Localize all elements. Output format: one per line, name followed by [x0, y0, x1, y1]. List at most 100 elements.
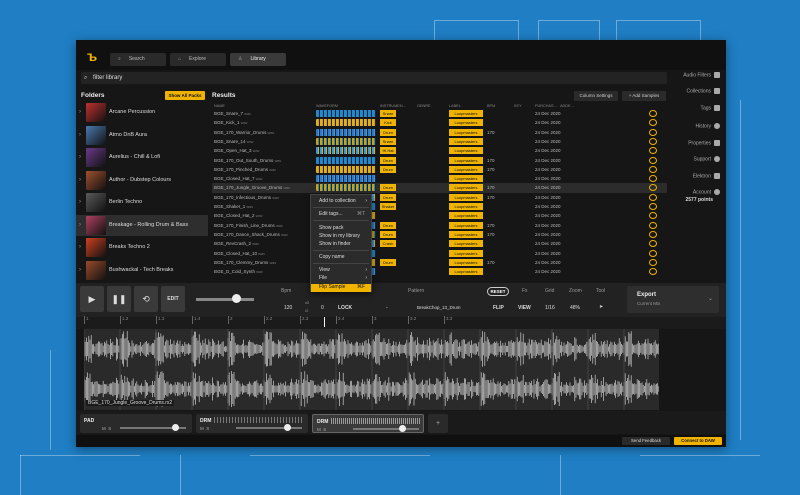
- instrument-tag[interactable]: Drum: [380, 258, 396, 266]
- instrument-tag[interactable]: Drum: [380, 221, 396, 229]
- instrument-tag[interactable]: Drum: [380, 184, 396, 192]
- label-tag[interactable]: Loopmasters: [449, 156, 483, 164]
- waveform-preview[interactable]: [316, 184, 376, 192]
- coin-icon[interactable]: [649, 137, 657, 145]
- menu-item-show-in-library[interactable]: Show in my library: [319, 233, 371, 239]
- show-all-packs-button[interactable]: Show All Packs: [165, 91, 205, 100]
- table-row[interactable]: BGE_D_Cold_Synth wav Loopmasters 24 Dec 20…: [212, 267, 667, 276]
- instrument-tag[interactable]: Drum: [380, 165, 396, 173]
- folder-item[interactable]: › Berlin Techno: [76, 192, 208, 213]
- play-button[interactable]: ▶: [80, 286, 104, 312]
- fx-flip-button[interactable]: FLIP: [493, 305, 504, 311]
- label-tag[interactable]: Loopmasters: [449, 221, 483, 229]
- coin-icon[interactable]: [649, 184, 657, 192]
- column-header[interactable]: PURCHAS...: [535, 104, 557, 108]
- folder-item[interactable]: › Author - Dubstep Colours: [76, 170, 208, 191]
- table-row[interactable]: BGE_Snare_7 wav Snare Loopmasters 24 Dec 20…: [212, 109, 667, 118]
- add-pad-button[interactable]: +: [428, 414, 448, 433]
- table-row[interactable]: BGE_170_Clemmy_Drums wav Drum Loopmasters 1…: [212, 258, 667, 267]
- pad-volume-knob[interactable]: [172, 424, 179, 431]
- waveform-preview[interactable]: [316, 137, 376, 145]
- sidebar-item-elektron[interactable]: Elektron: [693, 173, 720, 179]
- pad-volume-slider[interactable]: [236, 427, 302, 429]
- pad-slot-1[interactable]: PAD M S: [80, 414, 192, 433]
- timeline-ruler[interactable]: [76, 317, 726, 329]
- coin-icon[interactable]: [649, 221, 657, 229]
- column-header[interactable]: GENRE: [417, 104, 431, 108]
- folder-item[interactable]: › Bushwackal - Tech Breaks: [76, 260, 208, 281]
- sidebar-item-history[interactable]: History: [695, 123, 720, 129]
- menu-item-add-to-collection[interactable]: Add to collection ›: [319, 198, 371, 204]
- sidebar-item-properties[interactable]: Properties: [688, 140, 720, 146]
- table-row[interactable]: BGE_Closed_Hat_7 wav Loopmasters 24 Dec 20…: [212, 174, 667, 183]
- pad-mute-solo[interactable]: M S: [317, 427, 326, 432]
- export-button[interactable]: Export Current Mix ⌄: [627, 286, 719, 313]
- table-row[interactable]: BGE_RevCrash_2 wav Crash Loopmasters 24 Dec…: [212, 239, 667, 248]
- label-tag[interactable]: Loopmasters: [449, 249, 483, 257]
- table-row[interactable]: BGE_Kick_1 wav Kick Loopmasters 24 Dec 2020: [212, 118, 667, 127]
- view-button[interactable]: VIEW: [518, 305, 531, 311]
- instrument-tag[interactable]: Snare: [380, 110, 396, 117]
- div2-button[interactable]: /2: [305, 308, 308, 313]
- waveform-preview[interactable]: [316, 156, 376, 164]
- label-tag[interactable]: Loopmasters: [449, 119, 483, 127]
- label-tag[interactable]: Loopmasters: [449, 268, 483, 276]
- column-settings-button[interactable]: Column Settings: [574, 91, 618, 101]
- solo-button[interactable]: S: [206, 426, 209, 431]
- x2-button[interactable]: x2: [305, 300, 309, 305]
- table-row[interactable]: BGE_170_Dance_Shack_Drums wav Drum Loopmas…: [212, 230, 667, 239]
- coin-icon[interactable]: [649, 212, 657, 220]
- mute-button[interactable]: M: [102, 426, 106, 431]
- coin-icon[interactable]: [649, 156, 657, 164]
- pad-slot-2[interactable]: DRM M S: [196, 414, 308, 433]
- coin-icon[interactable]: [649, 240, 657, 248]
- pad-volume-knob[interactable]: [399, 425, 406, 432]
- instrument-tag[interactable]: Hi Hat: [380, 147, 396, 155]
- table-row[interactable]: BGE_Open_Hat_3 wav Hi Hat Loopmasters 24 De…: [212, 146, 667, 155]
- coin-icon[interactable]: [649, 249, 657, 257]
- coin-icon[interactable]: [649, 165, 657, 173]
- waveform-preview[interactable]: [316, 128, 376, 136]
- label-tag[interactable]: Loopmasters: [449, 137, 483, 145]
- coin-icon[interactable]: [649, 193, 657, 201]
- table-row[interactable]: BGE_170_Finish_Line_Drums wav Drum Loopmas…: [212, 221, 667, 230]
- menu-item-file[interactable]: File ›: [319, 275, 371, 281]
- sidebar-item-collections[interactable]: Collections: [687, 88, 720, 94]
- instrument-tag[interactable]: Shaker: [380, 203, 396, 210]
- coin-icon[interactable]: [649, 203, 657, 210]
- volume-slider[interactable]: [196, 298, 254, 301]
- grid-value[interactable]: 1/16: [545, 305, 555, 311]
- instrument-tag[interactable]: Drum: [380, 128, 396, 136]
- zoom-value[interactable]: 48%: [570, 305, 580, 311]
- label-tag[interactable]: Loopmasters: [449, 240, 483, 248]
- table-row[interactable]: BGE_Closed_Hat_10 wav Loopmasters 24 Dec 2…: [212, 249, 667, 258]
- coin-icon[interactable]: [649, 128, 657, 136]
- table-row[interactable]: BGE_Shaker_1 wav Shaker Loopmasters 24 Dec …: [212, 202, 667, 211]
- connect-daw-button[interactable]: Connect to DAW: [674, 437, 722, 445]
- folder-item[interactable]: › Aurelius - Chill & Lofi: [76, 147, 208, 168]
- cursor-tool-icon[interactable]: ➤: [599, 304, 603, 310]
- add-samples-button[interactable]: + Add Samples: [622, 91, 666, 101]
- waveform-preview[interactable]: [316, 119, 376, 127]
- instrument-tag[interactable]: Drum: [380, 230, 396, 238]
- coin-icon[interactable]: [649, 175, 657, 183]
- mute-button[interactable]: M: [200, 426, 204, 431]
- column-header[interactable]: NAME: [214, 104, 225, 108]
- instrument-tag[interactable]: Drum: [380, 156, 396, 164]
- label-tag[interactable]: Loopmasters: [449, 165, 483, 173]
- label-tag[interactable]: Loopmasters: [449, 258, 483, 266]
- column-header[interactable]: WAVEFORM: [316, 104, 338, 108]
- label-tag[interactable]: Loopmasters: [449, 147, 483, 155]
- coin-icon[interactable]: [649, 230, 657, 238]
- tab-library[interactable]: ♙ Library: [230, 53, 286, 66]
- tab-search[interactable]: ⌕ Search: [110, 53, 166, 66]
- reset-button[interactable]: RESET: [487, 287, 509, 296]
- filter-input[interactable]: ⌕ filter library: [81, 72, 667, 84]
- pad-volume-slider[interactable]: [353, 428, 419, 430]
- folder-item[interactable]: › Atmo DnB Aura: [76, 125, 208, 146]
- column-header[interactable]: BPM: [487, 104, 495, 108]
- solo-button[interactable]: S: [323, 427, 326, 432]
- sidebar-item-audio-filters[interactable]: Audio Filters: [683, 72, 720, 78]
- table-row[interactable]: BGE_170_Out_South_Drums wav Drum Loopmaste…: [212, 156, 667, 165]
- pad-mute-solo[interactable]: M S: [200, 426, 209, 431]
